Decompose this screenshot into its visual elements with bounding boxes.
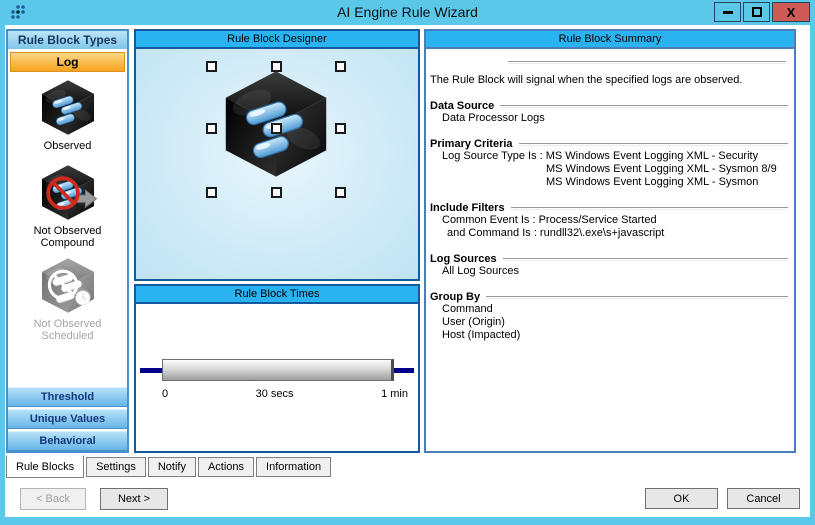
type-item-label-line1: Not Observed (34, 225, 102, 237)
close-button[interactable]: X (772, 2, 810, 22)
tab-settings[interactable]: Settings (86, 457, 146, 477)
summary-section-title: Include Filters (430, 202, 505, 214)
tab-information[interactable]: Information (256, 457, 331, 477)
selection-handle[interactable] (335, 187, 346, 198)
summary-section-title: Log Sources (430, 253, 497, 265)
summary-line: MS Windows Event Logging XML - Sysmon (430, 176, 788, 189)
summary-line: Command (430, 303, 788, 316)
type-item-not-observed-scheduled: Not Observed Scheduled (8, 257, 127, 342)
minimize-button[interactable] (714, 2, 741, 22)
summary-intro: The Rule Block will signal when the spec… (430, 74, 788, 87)
tab-notify[interactable]: Notify (148, 457, 196, 477)
summary-line: Data Processor Logs (430, 112, 788, 125)
tab-actions[interactable]: Actions (198, 457, 254, 477)
type-item-observed[interactable]: Observed (8, 79, 127, 152)
rule-block-designer-header: Rule Block Designer (136, 31, 418, 49)
window-border-left (0, 0, 5, 525)
rule-block-summary-header: Rule Block Summary (426, 31, 794, 49)
rule-block-times-header: Rule Block Times (136, 286, 418, 304)
ok-button[interactable]: OK (645, 488, 718, 509)
window-title: AI Engine Rule Wizard (0, 0, 815, 25)
minimize-icon (723, 11, 733, 14)
summary-top-rule (508, 61, 786, 64)
log-cube-icon (37, 79, 99, 136)
type-threshold-button[interactable]: Threshold (8, 387, 127, 407)
summary-line: and Command Is : rundll32\.exe\s+javascr… (430, 227, 788, 240)
tick-mid: 30 secs (256, 388, 294, 400)
next-button[interactable]: Next > (100, 488, 168, 510)
rule-block-types-panel: Rule Block Types Log Observed Not Observ… (6, 29, 129, 453)
window-border-right (810, 0, 815, 525)
rule-block-designer-panel: Rule Block Designer (134, 29, 420, 281)
rule-block-summary-panel: Rule Block Summary The Rule Block will s… (424, 29, 796, 453)
log-cube-not-observed-icon (37, 164, 99, 221)
selection-handle[interactable] (206, 187, 217, 198)
maximize-icon (752, 7, 762, 17)
tick-end: 1 min (381, 388, 408, 400)
summary-line: All Log Sources (430, 265, 788, 278)
maximize-button[interactable] (743, 2, 770, 22)
wizard-tab-strip: Rule Blocks Settings Notify Actions Info… (6, 455, 333, 479)
summary-line: Log Source Type Is : MS Windows Event Lo… (430, 150, 788, 163)
summary-line: Common Event Is : Process/Service Starte… (430, 214, 788, 227)
cancel-button[interactable]: Cancel (727, 488, 800, 509)
summary-section-title: Group By (430, 291, 480, 303)
summary-line: User (Origin) (430, 316, 788, 329)
type-log-button[interactable]: Log (10, 52, 125, 72)
back-button[interactable]: < Back (20, 488, 86, 510)
summary-section-title: Primary Criteria (430, 138, 513, 150)
titlebar[interactable]: AI Engine Rule Wizard X (0, 0, 815, 25)
log-cube-scheduled-icon (37, 257, 99, 314)
summary-section-title: Data Source (430, 100, 494, 112)
ai-engine-rule-wizard-window: AI Engine Rule Wizard X Rule Block Types… (0, 0, 815, 525)
selection-handle[interactable] (271, 187, 282, 198)
selection-handle[interactable] (335, 61, 346, 72)
type-behavioral-button[interactable]: Behavioral (8, 431, 127, 451)
rule-block-times-panel: Rule Block Times 0 30 secs 1 min (134, 284, 420, 453)
tick-start: 0 (162, 388, 168, 400)
window-border-bottom (0, 517, 815, 525)
type-item-label-line2: Compound (34, 237, 102, 249)
type-item-label: Observed (44, 140, 92, 152)
selection-handle[interactable] (335, 123, 346, 134)
type-item-label-line2: Scheduled (34, 330, 102, 342)
type-item-label-line1: Not Observed (34, 318, 102, 330)
summary-body: The Rule Block will signal when the spec… (426, 49, 794, 451)
type-unique-values-button[interactable]: Unique Values (8, 409, 127, 429)
tab-rule-blocks[interactable]: Rule Blocks (6, 455, 84, 478)
summary-line: Host (Impacted) (430, 329, 788, 342)
type-item-not-observed-compound[interactable]: Not Observed Compound (8, 164, 127, 249)
selection-handle[interactable] (271, 123, 282, 134)
time-slider-bar[interactable] (162, 359, 394, 381)
designer-canvas[interactable] (136, 49, 418, 279)
close-icon: X (787, 5, 796, 20)
summary-line: MS Windows Event Logging XML - Sysmon 8/… (430, 163, 788, 176)
rule-block-types-header: Rule Block Types (8, 31, 127, 49)
